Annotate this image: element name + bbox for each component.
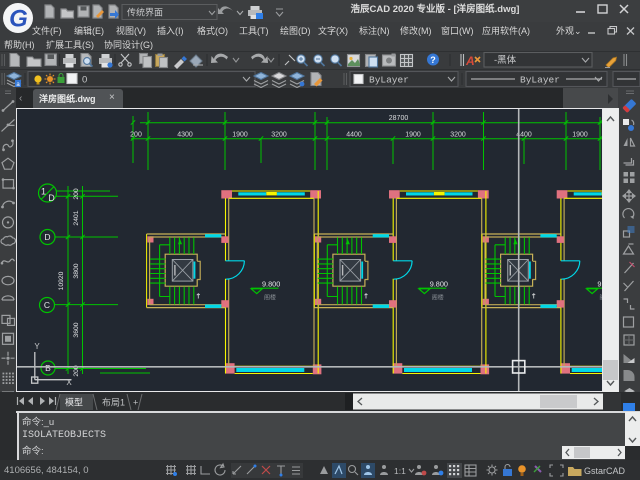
svg-text:4400: 4400 bbox=[346, 132, 362, 139]
svg-text:C: C bbox=[44, 300, 50, 310]
svg-text:ByLayer: ByLayer bbox=[369, 75, 409, 86]
svg-text:D: D bbox=[44, 232, 50, 242]
svg-text:1900: 1900 bbox=[572, 132, 588, 139]
svg-text:2401: 2401 bbox=[73, 210, 80, 225]
svg-text:1: 1 bbox=[41, 187, 46, 197]
svg-text:1900: 1900 bbox=[232, 132, 248, 139]
svg-text:D: D bbox=[48, 193, 55, 203]
svg-text:A: A bbox=[465, 54, 475, 68]
svg-text:9.800: 9.800 bbox=[262, 280, 280, 289]
svg-text:4300: 4300 bbox=[177, 132, 193, 139]
svg-text:3200: 3200 bbox=[271, 132, 287, 139]
svg-text:布局1: 布局1 bbox=[102, 397, 125, 408]
svg-text:1:1: 1:1 bbox=[394, 466, 406, 476]
svg-text:X: X bbox=[66, 378, 72, 387]
svg-text:Y: Y bbox=[34, 342, 40, 351]
svg-text:+: + bbox=[133, 398, 138, 408]
svg-text:0: 0 bbox=[82, 75, 87, 86]
svg-text:模型: 模型 bbox=[65, 398, 83, 408]
svg-text:1900: 1900 bbox=[405, 132, 421, 139]
svg-text:200: 200 bbox=[73, 188, 80, 200]
svg-text:传统界面: 传统界面 bbox=[127, 7, 163, 18]
svg-text:-黑体: -黑体 bbox=[494, 54, 517, 66]
svg-text:200: 200 bbox=[130, 132, 142, 139]
svg-text:10920: 10920 bbox=[58, 271, 65, 290]
svg-text:28700: 28700 bbox=[389, 115, 409, 122]
svg-text:3200: 3200 bbox=[450, 132, 466, 139]
svg-text:3800: 3800 bbox=[73, 263, 80, 278]
svg-text:3600: 3600 bbox=[73, 322, 80, 337]
svg-text:ByLayer: ByLayer bbox=[520, 75, 560, 86]
svg-text:?: ? bbox=[430, 55, 436, 65]
svg-text:G: G bbox=[9, 6, 28, 33]
svg-text:阁楼: 阁楼 bbox=[264, 294, 276, 302]
svg-text:GstarCAD: GstarCAD bbox=[584, 466, 626, 476]
svg-text:B: B bbox=[45, 363, 51, 373]
